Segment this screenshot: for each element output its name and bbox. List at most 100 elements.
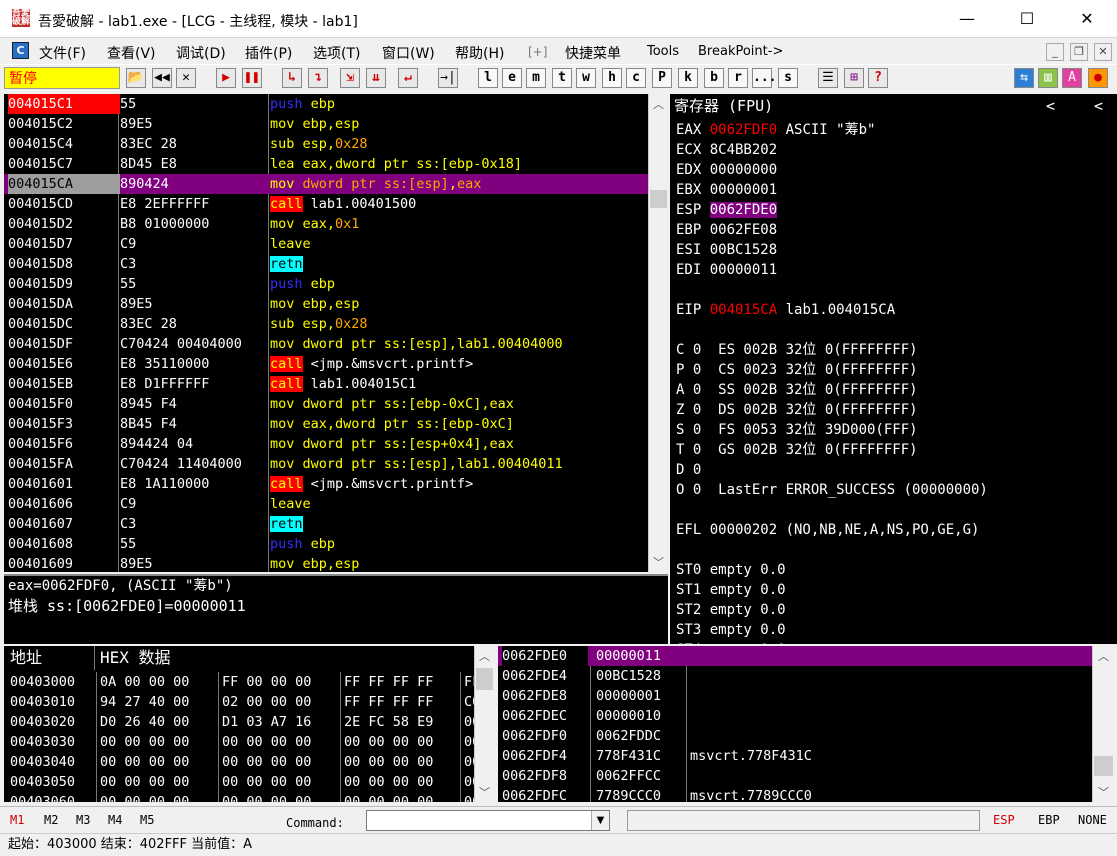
disasm-row[interactable]: 004015C4 83EC 28 sub esp,0x28 [4,134,648,154]
cpu-window-icon[interactable]: C [12,42,29,59]
run-trace-button[interactable]: ... [752,68,776,88]
dump-bytes[interactable]: 00 00 00 00 [344,792,433,802]
disasm-row[interactable]: 00401601 E8 1A110000 call <jmp.&msvcrt.pri… [4,474,648,494]
disasm-hex[interactable]: 55 [120,534,266,554]
stack-row[interactable]: 0062FDE0 00000011 [498,646,1092,666]
disasm-hex[interactable]: E8 35110000 [120,354,266,374]
help-icon[interactable]: ? [868,68,888,88]
modules-button[interactable]: e [502,68,522,88]
disasm-instruction[interactable]: call lab1.00401500 [270,194,648,214]
dump-bytes[interactable]: 00 00 00 00 [222,732,311,752]
breakpoints-button[interactable]: b [704,68,724,88]
collapse-right-icon[interactable]: < [1094,96,1103,116]
disasm-instruction[interactable]: retn [270,254,648,274]
register-row[interactable]: EBP 0062FE08 [676,220,777,240]
stack-row[interactable]: 0062FDFC 7789CCC0 msvcrt.7789CCC0 [498,786,1092,802]
disasm-row[interactable]: 004015E6 E8 35110000 call <jmp.&msvcrt.pri… [4,354,648,374]
disasm-instruction[interactable]: sub esp,0x28 [270,314,648,334]
disasm-row[interactable]: 004015F6 894424 04 mov dword ptr ss:[esp+0… [4,434,648,454]
command-input[interactable] [366,810,610,831]
stack-address[interactable]: 0062FDE8 [502,686,588,706]
step-over-icon[interactable]: ↴ [308,68,328,88]
trace-into-icon[interactable]: ⇲ [340,68,360,88]
dump-address[interactable]: 00403060 [10,792,75,802]
register-row[interactable]: A 0 SS 002B 32位 0(FFFFFFFF) [676,380,918,400]
mark-m4[interactable]: M4 [108,813,122,827]
disasm-address[interactable]: 00401609 [8,554,120,572]
disasm-address[interactable]: 00401608 [8,534,120,554]
dump-bytes[interactable]: 00 00 00 00 [100,772,189,792]
disasm-row[interactable]: 004015DF C70424 00404000 mov dword ptr ss:… [4,334,648,354]
disasm-row[interactable]: 004015D2 B8 01000000 mov eax,0x1 [4,214,648,234]
disasm-instruction[interactable]: mov ebp,esp [270,294,648,314]
a-icon[interactable]: A [1062,68,1082,88]
source-button[interactable]: s [778,68,798,88]
stack-row[interactable]: 0062FDF8 0062FFCC [498,766,1092,786]
register-value[interactable]: 0062FDF0 [710,122,777,138]
disasm-address[interactable]: 004015D8 [8,254,120,274]
stack-pane[interactable]: 0062FDE0 00000011 0062FDE4 00BC1528 0062FDE8… [498,646,1092,802]
swap-icon[interactable]: ⇆ [1014,68,1034,88]
mark-m5[interactable]: M5 [140,813,154,827]
menu-options[interactable]: 选项(T) [313,43,360,63]
call-stack-button[interactable]: k [678,68,698,88]
stack-address[interactable]: 0062FDF4 [502,746,588,766]
dump-bytes[interactable]: D0 26 40 00 [100,712,189,732]
stack-address[interactable]: 0062FDE4 [502,666,588,686]
disasm-instruction[interactable]: sub esp,0x28 [270,134,648,154]
scroll-thumb[interactable] [650,190,667,208]
disasm-hex[interactable]: C9 [120,234,266,254]
disasm-address[interactable]: 00401606 [8,494,120,514]
dump-address[interactable]: 00403030 [10,732,75,752]
dump-bytes[interactable]: 0A 00 00 00 [100,672,189,692]
disasm-instruction[interactable]: push ebp [270,274,648,294]
log-window-button[interactable]: l [478,68,498,88]
register-value[interactable]: 0062FE08 [710,222,777,238]
stack-value[interactable]: 00000010 [596,706,686,726]
registers-header[interactable]: 寄存器 (FPU) < < [670,96,1117,116]
menu-breakpoint[interactable]: BreakPoint-> [698,44,783,59]
menu-tools[interactable]: Tools [647,44,679,59]
disasm-hex[interactable]: 55 [120,274,266,294]
dump-address[interactable]: 00403010 [10,692,75,712]
dump-bytes[interactable]: 00 [464,712,474,732]
disasm-instruction[interactable]: mov ebp,esp [270,554,648,572]
dump-bytes[interactable]: 00 00 00 00 [344,732,433,752]
chevron-down-icon[interactable]: ▼ [591,811,609,830]
dump-bytes[interactable]: 00 [464,772,474,792]
disasm-row[interactable]: 004015FA C70424 11404000 mov dword ptr ss:… [4,454,648,474]
register-row[interactable]: ECX 8C4BB202 [676,140,777,160]
dump-row[interactable]: 00403010 94 27 40 00 02 00 00 00 FF FF FF F… [4,692,474,712]
scroll-down-icon[interactable]: ﹀ [649,554,668,570]
disasm-hex[interactable]: E8 D1FFFFFF [120,374,266,394]
disasm-row[interactable]: 004015D7 C9 leave [4,234,648,254]
trace-over-icon[interactable]: ⇊ [366,68,386,88]
dump-bytes[interactable]: 00 [464,752,474,772]
register-row[interactable]: D 0 [676,460,701,480]
stack-value[interactable]: 778F431C [596,746,686,766]
disasm-instruction[interactable]: mov dword ptr ss:[esp],lab1.00404011 [270,454,648,474]
dump-row[interactable]: 00403030 00 00 00 00 00 00 00 00 00 00 00 0… [4,732,474,752]
dump-bytes[interactable]: FF FF FF FF [344,692,433,712]
dump-col-address[interactable]: 地址 [10,646,42,670]
dump-bytes[interactable]: C0 [464,692,474,712]
disasm-address[interactable]: 004015F0 [8,394,120,414]
disasm-address[interactable]: 004015C2 [8,114,120,134]
register-row[interactable]: ST4 empty 0.0 [676,640,786,644]
mdi-minimize-button[interactable]: _ [1046,43,1064,61]
dump-row[interactable]: 00403040 00 00 00 00 00 00 00 00 00 00 00 0… [4,752,474,772]
disasm-address[interactable]: 004015CA [8,174,120,194]
dump-address[interactable]: 00403000 [10,672,75,692]
disasm-hex[interactable]: 8945 F4 [120,394,266,414]
disasm-row[interactable]: 004015C2 89E5 mov ebp,esp [4,114,648,134]
follow-esp-button[interactable]: ESP [993,813,1015,827]
stack-value[interactable]: 7789CCC0 [596,786,686,802]
scroll-up-icon[interactable]: ︿ [649,96,668,112]
stack-row[interactable]: 0062FDF4 778F431C msvcrt.778F431C [498,746,1092,766]
register-row[interactable]: T 0 GS 002B 32位 0(FFFFFFFF) [676,440,918,460]
dump-bytes[interactable]: 00 00 00 00 [344,772,433,792]
dump-address[interactable]: 00403040 [10,752,75,772]
disasm-instruction[interactable]: retn [270,514,648,534]
register-row[interactable]: P 0 CS 0023 32位 0(FFFFFFFF) [676,360,918,380]
disasm-instruction[interactable]: mov ebp,esp [270,114,648,134]
